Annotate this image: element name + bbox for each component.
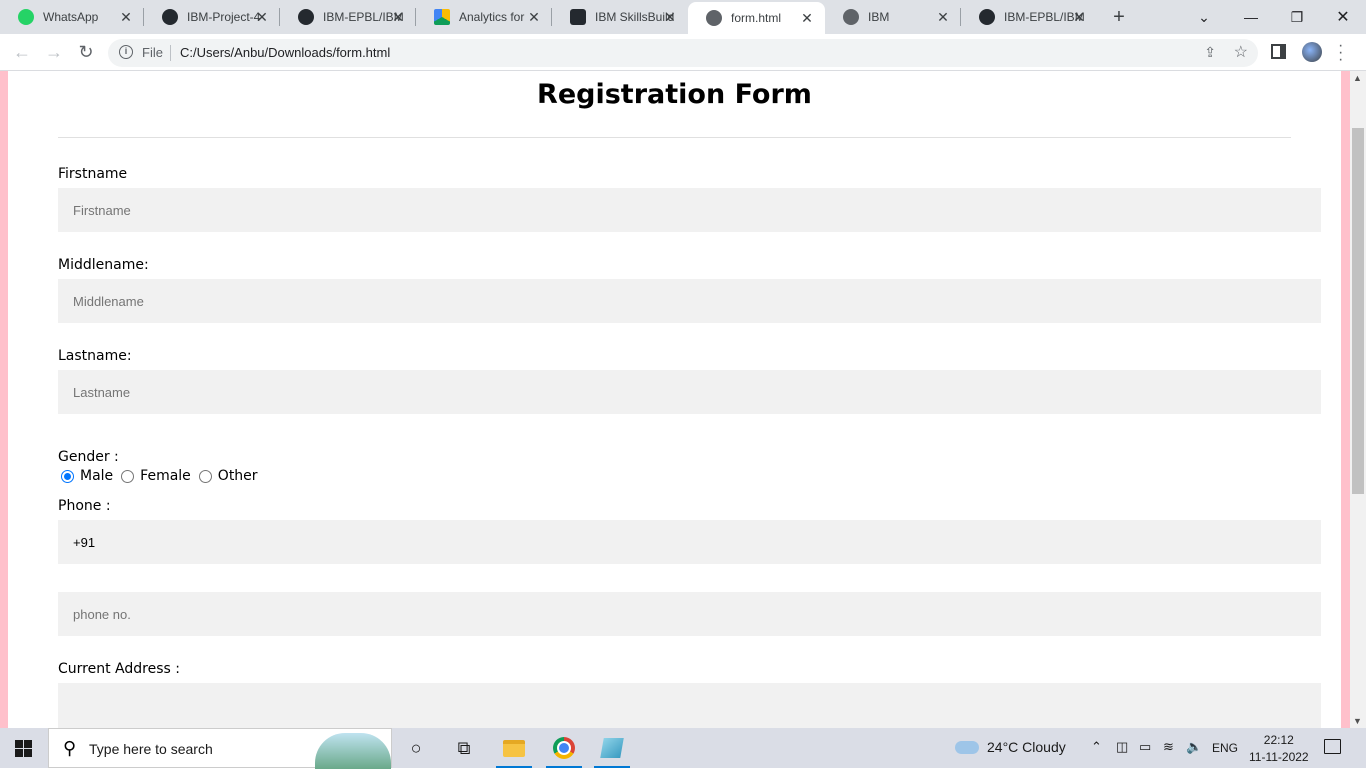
language-indicator[interactable]: ENG — [1212, 741, 1238, 755]
file-explorer-icon[interactable] — [492, 728, 536, 768]
scroll-thumb[interactable] — [1352, 128, 1364, 494]
scroll-down-icon[interactable]: ▼ — [1353, 716, 1362, 726]
omnibox-divider — [170, 45, 171, 61]
github-icon — [162, 9, 178, 25]
windows-start-icon[interactable] — [15, 740, 32, 757]
scroll-up-icon[interactable]: ▲ — [1353, 73, 1362, 83]
divider — [58, 137, 1291, 138]
weather-text: 24°C Cloudy — [987, 739, 1066, 755]
firstname-label: Firstname — [58, 166, 128, 182]
close-icon[interactable]: ✕ — [935, 9, 951, 25]
male-radio[interactable] — [61, 469, 74, 483]
skillsbuild-icon — [570, 9, 586, 25]
notes-app-icon[interactable] — [590, 728, 634, 768]
female-label: Female — [140, 468, 191, 484]
share-icon[interactable]: ⇪ — [1204, 44, 1216, 61]
close-icon[interactable]: ✕ — [390, 9, 406, 25]
tab-label: WhatsApp — [43, 10, 99, 24]
tab-search-button[interactable]: ⌄ — [1181, 0, 1227, 34]
minimize-button[interactable]: — — [1228, 0, 1274, 34]
tab-ibm-epbl[interactable]: IBM-EPBL/IBM ✕ — [280, 0, 416, 34]
male-label: Male — [80, 468, 114, 484]
info-icon[interactable]: i — [119, 45, 133, 59]
close-icon[interactable]: ✕ — [1071, 9, 1087, 25]
tab-strip: WhatsApp ✕ IBM-Project-4 ✕ IBM-EPBL/IBM … — [0, 0, 1366, 34]
close-icon[interactable]: ✕ — [118, 9, 134, 25]
female-radio[interactable] — [121, 469, 135, 483]
taskbar: ⚲ Type here to search ○ ⧉ 24°C Cloudy ⌃ … — [0, 728, 1366, 769]
address-bar[interactable]: i File C:/Users/Anbu/Downloads/form.html… — [108, 39, 1258, 67]
firstname-input[interactable] — [58, 188, 1321, 232]
lastname-input[interactable] — [58, 370, 1321, 414]
address-textarea[interactable] — [58, 683, 1321, 728]
middlename-label: Middlename: — [58, 257, 149, 273]
chrome-icon[interactable] — [542, 728, 586, 768]
github-icon — [298, 9, 314, 25]
reload-button[interactable]: ↻ — [75, 41, 97, 63]
close-icon[interactable]: ✕ — [799, 10, 815, 26]
gender-label: Gender : — [58, 449, 119, 465]
tab-ibm-epbl-2[interactable]: IBM-EPBL/IBM ✕ — [961, 0, 1097, 34]
form-container: Registration Form Firstname Middlename: … — [8, 71, 1341, 728]
cloud-icon — [955, 740, 979, 754]
page-title: Registration Form — [537, 79, 812, 110]
github-icon — [979, 9, 995, 25]
tab-ibm-project[interactable]: IBM-Project-4 ✕ — [144, 0, 280, 34]
address-label: Current Address : — [58, 661, 180, 677]
close-window-button[interactable]: ✕ — [1320, 0, 1366, 34]
back-button[interactable]: ← — [11, 41, 33, 63]
new-tab-button[interactable]: + — [1108, 6, 1130, 29]
tab-ibm[interactable]: IBM ✕ — [825, 0, 961, 34]
search-icon: ⚲ — [63, 738, 77, 758]
drive-icon — [434, 9, 450, 25]
phone-label: Phone : — [58, 498, 111, 514]
restore-button[interactable]: ❐ — [1274, 0, 1320, 34]
cortana-icon[interactable]: ○ — [394, 728, 438, 768]
wifi-icon[interactable]: ≋ — [1163, 739, 1174, 755]
battery-icon[interactable]: ▭ — [1139, 739, 1151, 755]
globe-icon — [843, 9, 859, 25]
tab-whatsapp[interactable]: WhatsApp ✕ — [0, 0, 144, 34]
forward-button[interactable]: → — [43, 41, 65, 63]
other-radio[interactable] — [198, 469, 212, 483]
tab-skillsbuild[interactable]: IBM SkillsBuild ✕ — [552, 0, 688, 34]
meet-now-icon[interactable]: ◫ — [1116, 739, 1128, 755]
whatsapp-icon — [18, 9, 34, 25]
bookmark-star-icon[interactable]: ☆ — [1234, 42, 1248, 62]
gender-radio-group: Male Female Other — [61, 468, 266, 484]
profile-avatar[interactable] — [1302, 42, 1322, 62]
more-menu-icon[interactable]: · · · — [1338, 38, 1343, 68]
tab-analytics[interactable]: Analytics for ✕ — [416, 0, 552, 34]
browser-toolbar: ← → ↻ i File C:/Users/Anbu/Downloads/for… — [0, 34, 1366, 71]
clock[interactable]: 22:12 11-11-2022 — [1249, 732, 1309, 766]
task-view-icon[interactable]: ⧉ — [442, 728, 486, 768]
globe-icon — [706, 10, 722, 26]
tab-form-html[interactable]: form.html ✕ — [688, 2, 825, 34]
close-icon[interactable]: ✕ — [662, 9, 678, 25]
clock-date: 11-11-2022 — [1249, 750, 1309, 764]
tray-expand-icon[interactable]: ⌃ — [1091, 739, 1102, 755]
weather-widget[interactable]: 24°C Cloudy — [955, 739, 1066, 755]
close-icon[interactable]: ✕ — [526, 9, 542, 25]
clock-time: 22:12 — [1263, 733, 1294, 747]
url-text[interactable]: C:/Users/Anbu/Downloads/form.html — [180, 45, 390, 60]
middlename-input[interactable] — [58, 279, 1321, 323]
taskbar-search-box[interactable]: ⚲ Type here to search — [48, 728, 392, 769]
country-code-input[interactable] — [58, 520, 1321, 564]
notification-icon[interactable] — [1324, 739, 1341, 754]
other-label: Other — [217, 468, 258, 484]
side-panel-icon[interactable] — [1271, 44, 1286, 59]
search-placeholder: Type here to search — [89, 741, 213, 757]
phone-number-input[interactable] — [58, 592, 1321, 636]
lastname-label: Lastname: — [58, 348, 132, 364]
scheme-label: File — [142, 45, 163, 60]
page-viewport: Registration Form Firstname Middlename: … — [0, 71, 1350, 728]
search-highlight-image — [315, 733, 391, 769]
volume-icon[interactable]: 🔈 — [1186, 739, 1202, 755]
close-icon[interactable]: ✕ — [254, 9, 270, 25]
page-scrollbar[interactable]: ▲ ▼ — [1350, 71, 1366, 728]
